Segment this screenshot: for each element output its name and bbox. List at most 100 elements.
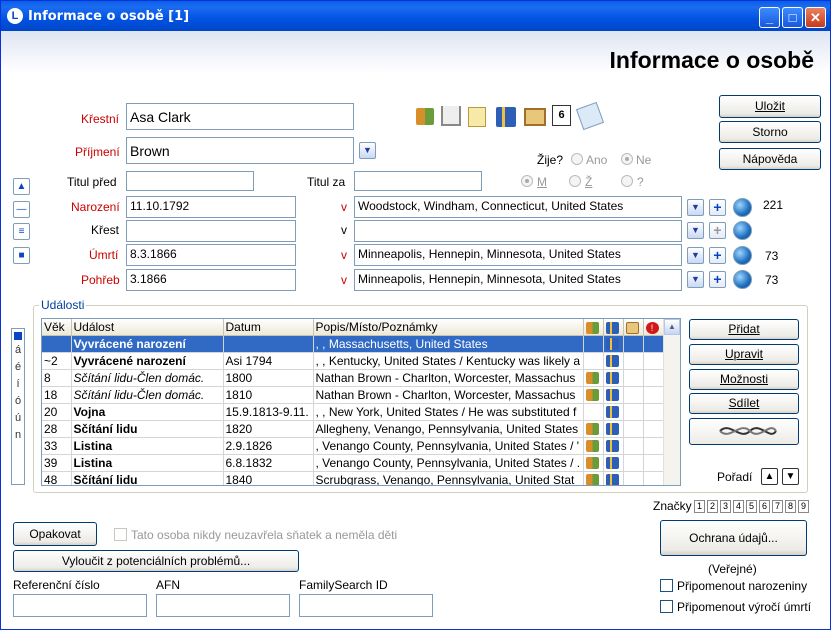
col-age[interactable]: Věk [42,319,72,336]
table-row[interactable]: 8 Sčítání lidu-Člen domác. 1800 Nathan Brow… [42,369,665,387]
collapse-button[interactable]: — [13,201,30,218]
death-globe-icon[interactable] [733,246,752,265]
remind-birth-checkbox[interactable] [660,579,673,592]
afn-input[interactable] [156,594,290,617]
mark-7[interactable]: 7 [772,500,783,513]
burial-place-input[interactable]: Minneapolis, Hennepin, Minnesota, United… [354,269,682,291]
never-married-checkbox[interactable] [114,528,127,541]
share-button[interactable]: Sdílet [689,393,799,414]
burial-place-dropdown-button[interactable]: ▼ [687,271,704,288]
list-button[interactable]: ≡ [13,223,30,240]
table-row[interactable]: 20 Vojna 15.9.1813-9.11., , New York, Unit… [42,403,665,421]
col-alert-icon[interactable]: ! [643,319,665,336]
letter-a[interactable]: á [12,342,24,359]
christening-place-input[interactable] [354,220,682,242]
table-row[interactable]: 18 Sčítání lidu-Člen domác. 1810 Nathan Bro… [42,386,665,404]
sources-icon[interactable] [496,107,516,127]
col-place[interactable]: Popis/Místo/Poznámky [313,319,584,336]
stop-button[interactable]: ■ [13,247,30,264]
letter-o[interactable]: ó [12,393,24,410]
mark-1[interactable]: 1 [694,500,705,513]
reference-input[interactable] [13,594,147,617]
home-icon[interactable] [441,106,461,126]
birth-globe-icon[interactable] [733,198,752,217]
privacy-button[interactable]: Ochrana údajů... [660,520,807,556]
cancel-button[interactable]: Storno [719,121,821,143]
alive-yes-radio[interactable] [571,153,583,165]
cell-empty [643,369,665,387]
col-date[interactable]: Datum [223,319,314,336]
exclude-problems-button[interactable]: Vyloučit z potenciálních problémů... [13,550,299,572]
death-place-dropdown-button[interactable]: ▼ [687,247,704,264]
table-row[interactable]: 39 Listina 6.8.1832, Venango County, Penns… [42,454,665,472]
repeat-button[interactable]: Opakovat [13,522,97,546]
table-row[interactable]: 28 Sčítání lidu 1820 Allegheny, Venango, Pe… [42,420,665,438]
mark-6[interactable]: 6 [759,500,770,513]
table-row[interactable]: Vyvrácené narození , , Massachusetts, Uni… [42,335,665,353]
christening-add-button[interactable]: + [709,222,726,239]
christening-date-input[interactable] [126,220,296,242]
letter-u[interactable]: ú [12,410,24,427]
mark-3[interactable]: 3 [720,500,731,513]
family-icon[interactable] [416,108,434,125]
death-add-button[interactable]: + [709,247,726,264]
calendar-icon[interactable]: 6 [552,105,571,126]
maximize-button[interactable]: □ [782,7,803,28]
birth-place-input[interactable]: Woodstock, Windham, Connecticut, United … [354,196,682,218]
events-title: Události [39,298,87,312]
add-event-button[interactable]: Přidat [689,319,799,340]
sex-male-radio[interactable] [521,175,533,187]
alive-no-radio[interactable] [621,153,633,165]
close-button[interactable]: ✕ [805,7,826,28]
media-icon[interactable] [524,108,546,126]
death-place-input[interactable]: Minneapolis, Hennepin, Minnesota, United… [354,244,682,266]
burial-globe-icon[interactable] [733,270,752,289]
order-up-button[interactable]: ▲ [761,468,778,485]
burial-add-button[interactable]: + [709,271,726,288]
burial-date-input[interactable]: 3.1866 [126,269,296,291]
notes-icon[interactable] [468,107,486,127]
sex-female-radio[interactable] [569,175,581,187]
col-event[interactable]: Událost [71,319,224,336]
letter-e[interactable]: é [12,359,24,376]
table-row[interactable]: 48 Sčítání lidu 1840 Scrubgrass, Venango, P… [42,471,665,485]
birth-add-button[interactable]: + [709,199,726,216]
events-table[interactable]: Věk Událost Datum Popis/Místo/Poznámky !… [41,318,681,486]
save-button[interactable]: Uložit [719,95,821,118]
title-before-input[interactable] [126,171,254,191]
table-row[interactable]: ~2 Vyvrácené narození Asi 1794, , Kentucky… [42,352,665,370]
table-row[interactable]: 33 Listina 2.9.1826, Venango County, Penns… [42,437,665,455]
surname-input[interactable]: Brown [126,137,354,164]
edit-event-button[interactable]: Upravit [689,344,799,365]
death-date-input[interactable]: 8.3.1866 [126,244,296,266]
mark-9[interactable]: 9 [798,500,809,513]
minimize-button[interactable]: _ [759,7,780,28]
mark-4[interactable]: 4 [733,500,744,513]
col-sources-icon[interactable] [603,319,624,336]
remind-death-checkbox[interactable] [660,600,673,613]
col-people-icon[interactable] [583,319,604,336]
letter-i[interactable]: í [12,376,24,393]
familysearch-input[interactable] [299,594,433,617]
order-down-button[interactable]: ▼ [782,468,799,485]
events-scrollbar[interactable]: ▲ [663,319,680,485]
birth-place-dropdown-button[interactable]: ▼ [687,199,704,216]
dna-button[interactable] [689,418,799,445]
scroll-up-icon[interactable]: ▲ [664,319,680,335]
christening-globe-icon[interactable] [733,221,752,240]
sex-unknown-radio[interactable] [621,175,633,187]
birth-date-input[interactable]: 11.10.1792 [126,196,296,218]
given-name-input[interactable]: Asa Clark [126,103,354,130]
mark-8[interactable]: 8 [785,500,796,513]
mark-5[interactable]: 5 [746,500,757,513]
title-after-input[interactable] [354,171,482,191]
options-button[interactable]: Možnosti [689,369,799,390]
col-media-icon[interactable] [623,319,644,336]
letter-n[interactable]: n [12,427,24,444]
christening-place-dropdown-button[interactable]: ▼ [687,222,704,239]
surname-dropdown-button[interactable]: ▼ [359,142,376,159]
move-up-button[interactable]: ▲ [13,178,30,195]
mark-2[interactable]: 2 [707,500,718,513]
letter-strip[interactable]: á é í ó ú n [11,328,25,485]
help-button[interactable]: Nápověda [719,148,821,170]
